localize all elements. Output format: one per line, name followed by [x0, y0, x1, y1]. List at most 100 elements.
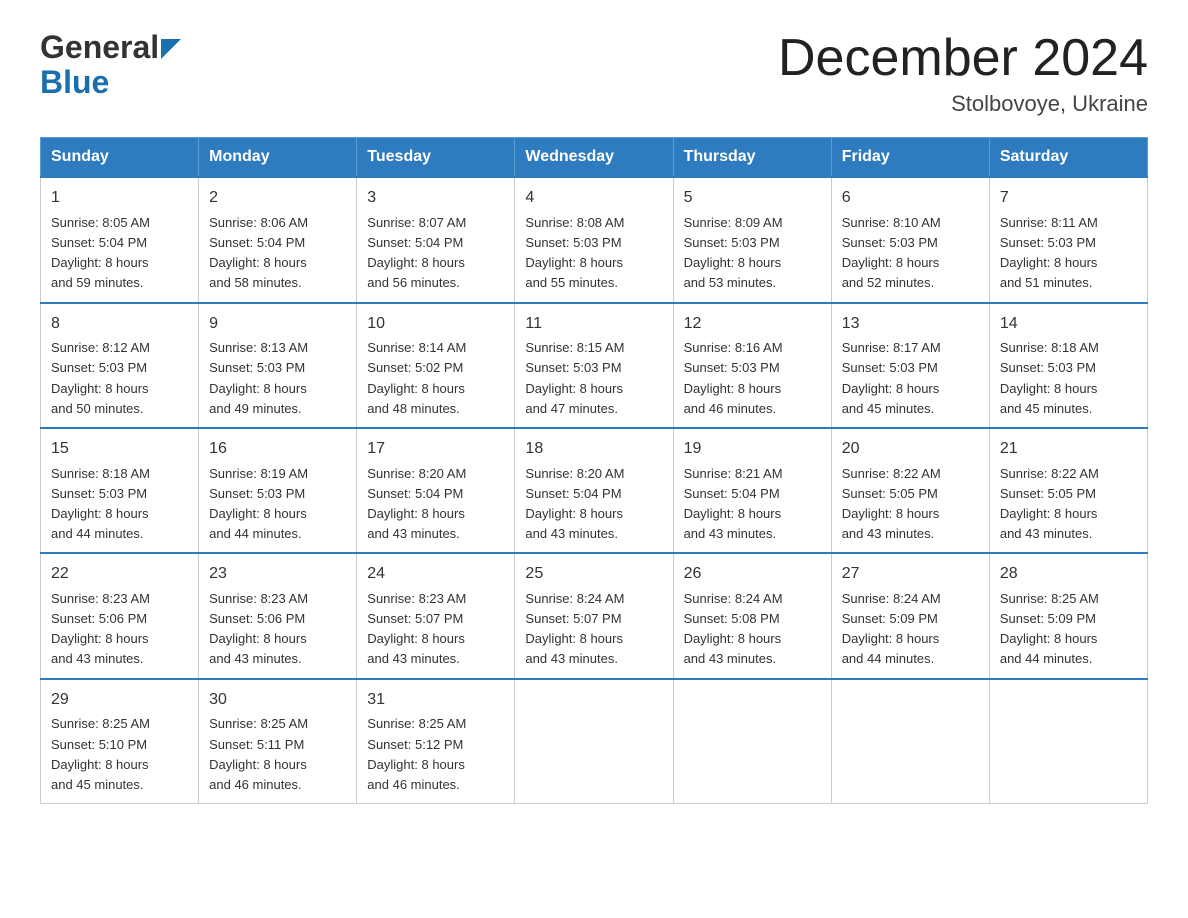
- day-cell: 16 Sunrise: 8:19 AMSunset: 5:03 PMDayligh…: [199, 428, 357, 553]
- day-number: 5: [684, 186, 821, 211]
- day-cell: 22 Sunrise: 8:23 AMSunset: 5:06 PMDayligh…: [41, 553, 199, 678]
- day-number: 17: [367, 437, 504, 462]
- column-header-thursday: Thursday: [673, 138, 831, 178]
- day-number: 18: [525, 437, 662, 462]
- day-info: Sunrise: 8:06 AMSunset: 5:04 PMDaylight:…: [209, 215, 308, 290]
- day-cell: [989, 679, 1147, 804]
- logo: General Blue: [40, 30, 183, 100]
- column-header-wednesday: Wednesday: [515, 138, 673, 178]
- day-cell: 30 Sunrise: 8:25 AMSunset: 5:11 PMDayligh…: [199, 679, 357, 804]
- day-cell: 10 Sunrise: 8:14 AMSunset: 5:02 PMDayligh…: [357, 303, 515, 428]
- day-number: 21: [1000, 437, 1137, 462]
- day-cell: 8Sunrise: 8:12 AMSunset: 5:03 PMDaylight…: [41, 303, 199, 428]
- day-info: Sunrise: 8:09 AMSunset: 5:03 PMDaylight:…: [684, 215, 783, 290]
- day-number: 25: [525, 562, 662, 587]
- page-header: General Blue December 2024 Stolbovoye, U…: [40, 30, 1148, 117]
- day-info: Sunrise: 8:24 AMSunset: 5:07 PMDaylight:…: [525, 591, 624, 666]
- calendar-table: SundayMondayTuesdayWednesdayThursdayFrid…: [40, 137, 1148, 804]
- day-info: Sunrise: 8:07 AMSunset: 5:04 PMDaylight:…: [367, 215, 466, 290]
- day-info: Sunrise: 8:14 AMSunset: 5:02 PMDaylight:…: [367, 340, 466, 415]
- day-cell: 26Sunrise: 8:24 AMSunset: 5:08 PMDayligh…: [673, 553, 831, 678]
- week-row-5: 29Sunrise: 8:25 AMSunset: 5:10 PMDayligh…: [41, 679, 1148, 804]
- day-number: 15: [51, 437, 188, 462]
- column-header-monday: Monday: [199, 138, 357, 178]
- month-title: December 2024: [778, 30, 1148, 87]
- day-info: Sunrise: 8:24 AMSunset: 5:09 PMDaylight:…: [842, 591, 941, 666]
- day-cell: 6 Sunrise: 8:10 AMSunset: 5:03 PMDaylight…: [831, 177, 989, 302]
- day-info: Sunrise: 8:20 AMSunset: 5:04 PMDaylight:…: [525, 466, 624, 541]
- logo-general-text: General: [40, 30, 159, 65]
- day-info: Sunrise: 8:22 AMSunset: 5:05 PMDaylight:…: [1000, 466, 1099, 541]
- day-number: 11: [525, 312, 662, 337]
- day-info: Sunrise: 8:10 AMSunset: 5:03 PMDaylight:…: [842, 215, 941, 290]
- day-cell: [515, 679, 673, 804]
- day-number: 23: [209, 562, 346, 587]
- day-cell: 31 Sunrise: 8:25 AMSunset: 5:12 PMDayligh…: [357, 679, 515, 804]
- day-number: 30: [209, 688, 346, 713]
- day-number: 3: [367, 186, 504, 211]
- day-info: Sunrise: 8:11 AMSunset: 5:03 PMDaylight:…: [1000, 215, 1098, 290]
- column-header-tuesday: Tuesday: [357, 138, 515, 178]
- day-number: 6: [842, 186, 979, 211]
- day-info: Sunrise: 8:21 AMSunset: 5:04 PMDaylight:…: [684, 466, 783, 541]
- day-cell: 19 Sunrise: 8:21 AMSunset: 5:04 PMDayligh…: [673, 428, 831, 553]
- day-cell: 25 Sunrise: 8:24 AMSunset: 5:07 PMDayligh…: [515, 553, 673, 678]
- day-info: Sunrise: 8:05 AMSunset: 5:04 PMDaylight:…: [51, 215, 150, 290]
- week-row-2: 8Sunrise: 8:12 AMSunset: 5:03 PMDaylight…: [41, 303, 1148, 428]
- day-number: 22: [51, 562, 188, 587]
- day-info: Sunrise: 8:17 AMSunset: 5:03 PMDaylight:…: [842, 340, 941, 415]
- day-number: 19: [684, 437, 821, 462]
- day-info: Sunrise: 8:15 AMSunset: 5:03 PMDaylight:…: [525, 340, 624, 415]
- day-cell: 4Sunrise: 8:08 AMSunset: 5:03 PMDaylight…: [515, 177, 673, 302]
- day-cell: 3 Sunrise: 8:07 AMSunset: 5:04 PMDaylight…: [357, 177, 515, 302]
- day-cell: 7 Sunrise: 8:11 AMSunset: 5:03 PMDaylight…: [989, 177, 1147, 302]
- day-number: 31: [367, 688, 504, 713]
- day-info: Sunrise: 8:18 AMSunset: 5:03 PMDaylight:…: [51, 466, 150, 541]
- day-cell: 12 Sunrise: 8:16 AMSunset: 5:03 PMDayligh…: [673, 303, 831, 428]
- day-info: Sunrise: 8:16 AMSunset: 5:03 PMDaylight:…: [684, 340, 783, 415]
- day-info: Sunrise: 8:20 AMSunset: 5:04 PMDaylight:…: [367, 466, 466, 541]
- day-number: 14: [1000, 312, 1137, 337]
- day-info: Sunrise: 8:25 AMSunset: 5:11 PMDaylight:…: [209, 716, 308, 791]
- column-header-sunday: Sunday: [41, 138, 199, 178]
- day-cell: 24 Sunrise: 8:23 AMSunset: 5:07 PMDayligh…: [357, 553, 515, 678]
- day-info: Sunrise: 8:19 AMSunset: 5:03 PMDaylight:…: [209, 466, 308, 541]
- day-number: 4: [525, 186, 662, 211]
- day-cell: 2Sunrise: 8:06 AMSunset: 5:04 PMDaylight…: [199, 177, 357, 302]
- day-number: 24: [367, 562, 504, 587]
- day-cell: [831, 679, 989, 804]
- logo-arrow-icon: [161, 39, 183, 61]
- day-info: Sunrise: 8:13 AMSunset: 5:03 PMDaylight:…: [209, 340, 308, 415]
- day-info: Sunrise: 8:23 AMSunset: 5:06 PMDaylight:…: [51, 591, 150, 666]
- day-cell: 23 Sunrise: 8:23 AMSunset: 5:06 PMDayligh…: [199, 553, 357, 678]
- day-number: 16: [209, 437, 346, 462]
- day-number: 12: [684, 312, 821, 337]
- day-number: 28: [1000, 562, 1137, 587]
- day-cell: 13Sunrise: 8:17 AMSunset: 5:03 PMDayligh…: [831, 303, 989, 428]
- day-number: 27: [842, 562, 979, 587]
- week-row-1: 1Sunrise: 8:05 AMSunset: 5:04 PMDaylight…: [41, 177, 1148, 302]
- day-cell: 29Sunrise: 8:25 AMSunset: 5:10 PMDayligh…: [41, 679, 199, 804]
- header-row: SundayMondayTuesdayWednesdayThursdayFrid…: [41, 138, 1148, 178]
- location-title: Stolbovoye, Ukraine: [778, 91, 1148, 117]
- day-cell: 5 Sunrise: 8:09 AMSunset: 5:03 PMDaylight…: [673, 177, 831, 302]
- day-cell: 17 Sunrise: 8:20 AMSunset: 5:04 PMDayligh…: [357, 428, 515, 553]
- day-info: Sunrise: 8:25 AMSunset: 5:10 PMDaylight:…: [51, 716, 150, 791]
- column-header-friday: Friday: [831, 138, 989, 178]
- day-cell: [673, 679, 831, 804]
- day-number: 26: [684, 562, 821, 587]
- title-area: December 2024 Stolbovoye, Ukraine: [778, 30, 1148, 117]
- day-cell: 20Sunrise: 8:22 AMSunset: 5:05 PMDayligh…: [831, 428, 989, 553]
- day-number: 7: [1000, 186, 1137, 211]
- day-info: Sunrise: 8:23 AMSunset: 5:07 PMDaylight:…: [367, 591, 466, 666]
- day-cell: 28Sunrise: 8:25 AMSunset: 5:09 PMDayligh…: [989, 553, 1147, 678]
- day-cell: 27 Sunrise: 8:24 AMSunset: 5:09 PMDayligh…: [831, 553, 989, 678]
- day-number: 20: [842, 437, 979, 462]
- week-row-3: 15 Sunrise: 8:18 AMSunset: 5:03 PMDayligh…: [41, 428, 1148, 553]
- day-number: 10: [367, 312, 504, 337]
- day-cell: 1Sunrise: 8:05 AMSunset: 5:04 PMDaylight…: [41, 177, 199, 302]
- day-info: Sunrise: 8:23 AMSunset: 5:06 PMDaylight:…: [209, 591, 308, 666]
- day-info: Sunrise: 8:25 AMSunset: 5:12 PMDaylight:…: [367, 716, 466, 791]
- day-number: 8: [51, 312, 188, 337]
- day-cell: 18 Sunrise: 8:20 AMSunset: 5:04 PMDayligh…: [515, 428, 673, 553]
